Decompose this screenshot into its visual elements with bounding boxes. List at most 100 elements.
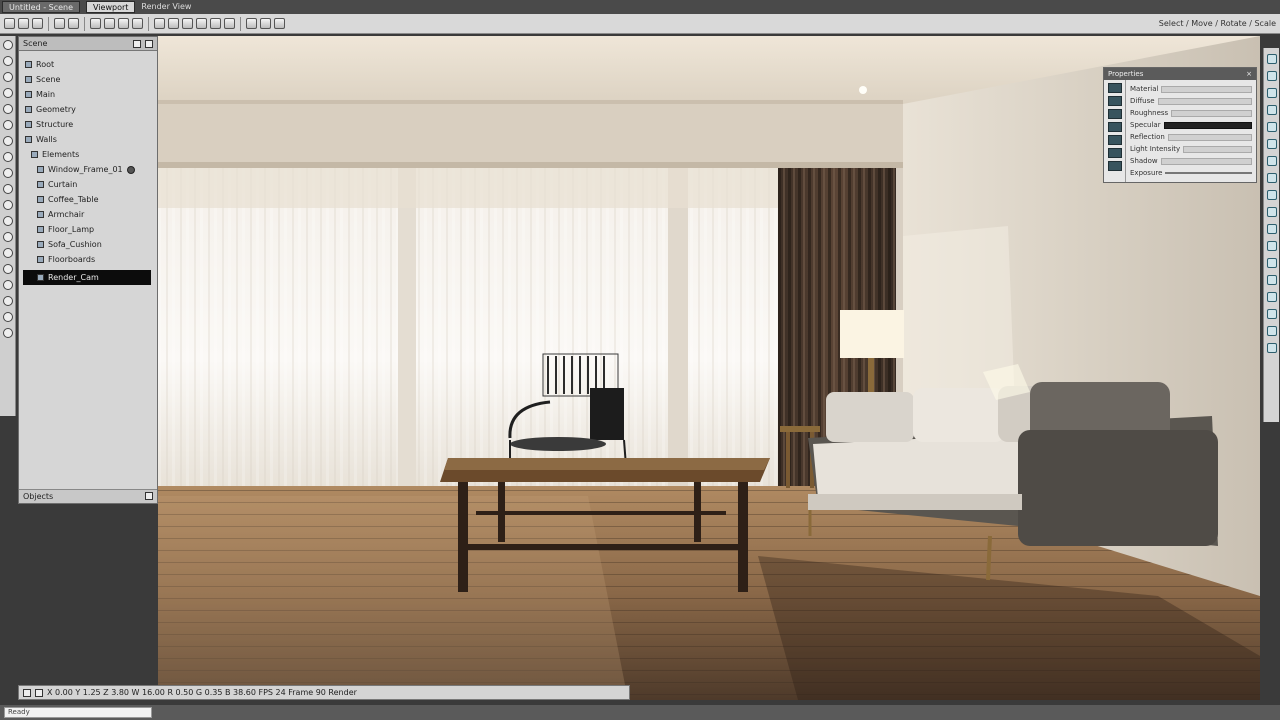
tree-item[interactable]: Window_Frame_01 bbox=[25, 162, 151, 177]
user-icon[interactable] bbox=[1266, 343, 1277, 353]
undo-icon[interactable] bbox=[54, 18, 65, 29]
zoom-icon[interactable] bbox=[2, 72, 13, 82]
property-row[interactable]: Roughness bbox=[1130, 107, 1252, 119]
cylinder-icon[interactable] bbox=[2, 136, 13, 146]
snap-icon[interactable] bbox=[154, 18, 165, 29]
shadow-thumb-icon[interactable] bbox=[1107, 122, 1122, 132]
property-field[interactable] bbox=[1157, 97, 1252, 105]
scale-icon[interactable] bbox=[132, 18, 143, 29]
property-row[interactable]: Light Intensity bbox=[1130, 143, 1252, 155]
tab-viewport[interactable]: Viewport bbox=[86, 1, 136, 13]
render-settings-icon[interactable] bbox=[1266, 139, 1277, 149]
property-row[interactable]: Specular bbox=[1130, 119, 1252, 131]
globe-icon[interactable] bbox=[1266, 309, 1277, 319]
camera-thumb-icon[interactable] bbox=[1107, 135, 1122, 145]
open-icon[interactable] bbox=[18, 18, 29, 29]
rotate-icon[interactable] bbox=[118, 18, 129, 29]
texture-thumb-icon[interactable] bbox=[1107, 96, 1122, 106]
material-icon[interactable] bbox=[210, 18, 221, 29]
property-row[interactable]: Reflection bbox=[1130, 131, 1252, 143]
group-icon[interactable] bbox=[2, 280, 13, 290]
paint-icon[interactable] bbox=[2, 216, 13, 226]
close-icon[interactable]: × bbox=[1246, 68, 1252, 80]
light-bulb-icon[interactable] bbox=[2, 168, 13, 178]
property-row[interactable]: Shadow bbox=[1130, 155, 1252, 167]
physics-icon[interactable] bbox=[1266, 190, 1277, 200]
texture-icon[interactable] bbox=[1266, 156, 1277, 166]
property-row[interactable]: Material bbox=[1130, 83, 1252, 95]
visibility-icon[interactable] bbox=[126, 165, 135, 174]
tree-item[interactable]: Elements bbox=[25, 147, 151, 162]
tree-item[interactable]: Floor_Lamp bbox=[25, 222, 151, 237]
property-field[interactable] bbox=[1171, 109, 1252, 117]
property-field[interactable] bbox=[1160, 157, 1252, 165]
environment-icon[interactable] bbox=[1266, 122, 1277, 132]
light-thumb-icon[interactable] bbox=[1107, 109, 1122, 119]
settings-icon[interactable] bbox=[1266, 326, 1277, 336]
brush-icon[interactable] bbox=[2, 232, 13, 242]
animation-icon[interactable] bbox=[1266, 224, 1277, 234]
help-icon[interactable] bbox=[1266, 292, 1277, 302]
resize-grip-icon[interactable] bbox=[145, 492, 153, 500]
plane-icon[interactable] bbox=[2, 152, 13, 162]
tree-item[interactable]: Coffee_Table bbox=[25, 192, 151, 207]
tree-item[interactable]: Floorboards bbox=[25, 252, 151, 267]
tree-item[interactable]: Scene bbox=[25, 72, 151, 87]
cube-icon[interactable] bbox=[2, 104, 13, 114]
orbit-icon[interactable] bbox=[2, 88, 13, 98]
modifier-icon[interactable] bbox=[1266, 173, 1277, 183]
move-icon[interactable] bbox=[104, 18, 115, 29]
property-field[interactable] bbox=[1161, 85, 1252, 93]
link-icon[interactable] bbox=[2, 296, 13, 306]
stop-icon[interactable] bbox=[260, 18, 271, 29]
info-icon[interactable] bbox=[1266, 275, 1277, 285]
pointer-icon[interactable] bbox=[2, 40, 13, 50]
script-icon[interactable] bbox=[1266, 241, 1277, 251]
tree-item[interactable]: Curtain bbox=[25, 177, 151, 192]
pin-icon[interactable] bbox=[133, 39, 141, 48]
property-slider[interactable] bbox=[1165, 172, 1252, 174]
hand-icon[interactable] bbox=[2, 56, 13, 66]
material-thumb-icon[interactable] bbox=[1107, 83, 1122, 93]
close-icon[interactable] bbox=[145, 39, 153, 48]
property-field[interactable] bbox=[1163, 121, 1252, 129]
grid-icon[interactable] bbox=[168, 18, 179, 29]
tab-scene[interactable]: Untitled - Scene bbox=[2, 1, 81, 13]
camera-icon[interactable] bbox=[182, 18, 193, 29]
render-icon[interactable] bbox=[224, 18, 235, 29]
new-icon[interactable] bbox=[4, 18, 15, 29]
output-icon[interactable] bbox=[1266, 258, 1277, 268]
help-icon[interactable] bbox=[2, 328, 13, 338]
property-field[interactable] bbox=[1167, 133, 1252, 141]
render-thumb-icon[interactable] bbox=[1107, 161, 1122, 171]
camera-icon[interactable] bbox=[1266, 105, 1277, 115]
tree-item[interactable]: Main bbox=[25, 87, 151, 102]
light-icon[interactable] bbox=[1266, 88, 1277, 98]
snap-icon[interactable] bbox=[35, 688, 43, 697]
tree-item[interactable]: Structure bbox=[25, 117, 151, 132]
lasso-icon[interactable] bbox=[2, 264, 13, 274]
property-row[interactable]: Diffuse bbox=[1130, 95, 1252, 107]
measure-icon[interactable] bbox=[2, 200, 13, 210]
light-icon[interactable] bbox=[196, 18, 207, 29]
layers-icon[interactable] bbox=[2, 312, 13, 322]
save-icon[interactable] bbox=[32, 18, 43, 29]
tree-item[interactable]: Armchair bbox=[25, 207, 151, 222]
settings-icon[interactable] bbox=[274, 18, 285, 29]
tree-item[interactable]: Root bbox=[25, 57, 151, 72]
play-icon[interactable] bbox=[246, 18, 257, 29]
layers-icon[interactable] bbox=[1266, 54, 1277, 64]
tree-item[interactable]: Sofa_Cushion bbox=[25, 237, 151, 252]
redo-icon[interactable] bbox=[68, 18, 79, 29]
tree-item[interactable]: Walls bbox=[25, 132, 151, 147]
tree-item[interactable]: Geometry bbox=[25, 102, 151, 117]
render-viewport[interactable] bbox=[158, 36, 1260, 700]
particles-icon[interactable] bbox=[1266, 207, 1277, 217]
axis-icon[interactable] bbox=[23, 688, 31, 697]
sphere-icon[interactable] bbox=[2, 120, 13, 130]
property-row[interactable]: Exposure bbox=[1130, 167, 1252, 179]
eyedropper-icon[interactable] bbox=[2, 248, 13, 258]
tree-item-selected[interactable]: Render_Cam bbox=[23, 270, 151, 285]
select-icon[interactable] bbox=[90, 18, 101, 29]
camera-add-icon[interactable] bbox=[2, 184, 13, 194]
